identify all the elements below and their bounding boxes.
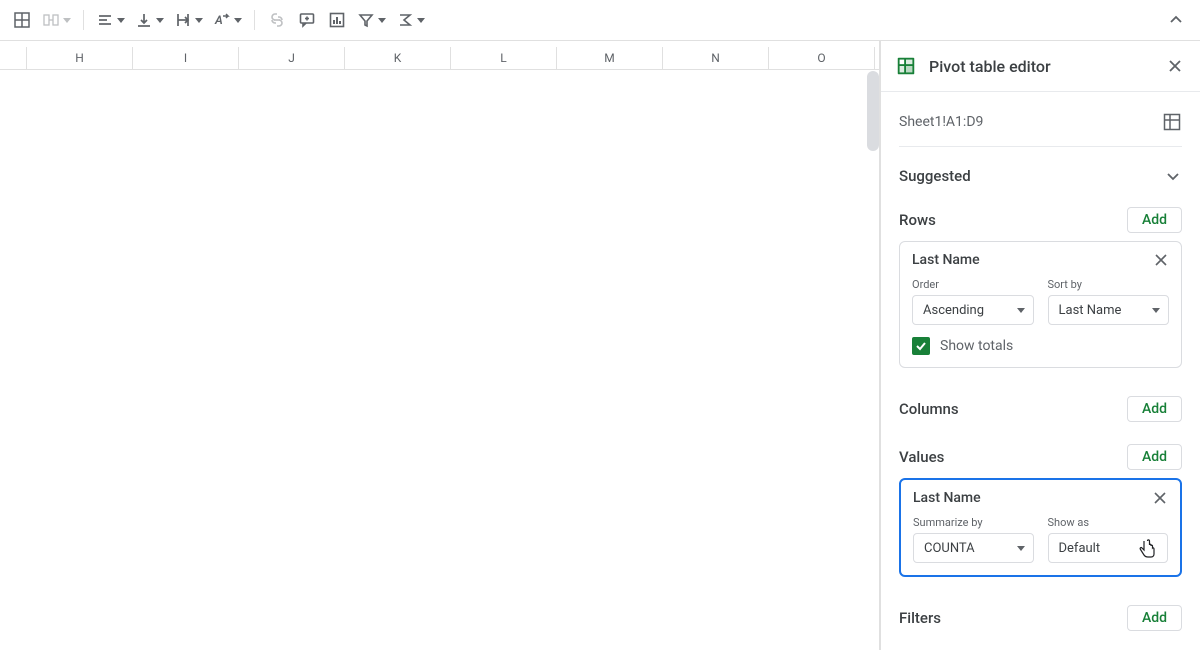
chevron-down-icon: [1152, 308, 1160, 313]
values-label: Values: [899, 448, 944, 466]
insert-chart-button[interactable]: [323, 6, 351, 34]
select-data-range-button[interactable]: [1162, 112, 1182, 132]
panel-header: Pivot table editor: [881, 41, 1200, 92]
vertical-scrollbar[interactable]: [867, 71, 879, 151]
suggested-label: Suggested: [899, 167, 971, 185]
sortby-select[interactable]: Last Name: [1048, 295, 1170, 325]
horizontal-align-button[interactable]: [92, 6, 129, 34]
remove-row-field-button[interactable]: [1153, 252, 1169, 268]
chevron-down-icon: [1017, 308, 1025, 313]
rows-label: Rows: [899, 211, 936, 229]
expand-suggested-button[interactable]: [1164, 167, 1182, 185]
value-card-title: Last Name: [913, 490, 981, 506]
borders-button[interactable]: [8, 6, 36, 34]
chevron-down-icon: [117, 18, 125, 23]
showas-value: Default: [1059, 541, 1101, 556]
spreadsheet-grid[interactable]: H I J K L M N O: [0, 41, 880, 650]
text-wrap-button[interactable]: [170, 6, 207, 34]
functions-button[interactable]: [392, 6, 429, 34]
chevron-down-icon: [63, 18, 71, 23]
remove-value-field-button[interactable]: [1152, 490, 1168, 506]
column-header[interactable]: H: [27, 47, 133, 69]
rows-section-header: Rows Add: [899, 207, 1182, 233]
chevron-down-icon: [1017, 546, 1025, 551]
show-totals-checkbox[interactable]: [912, 337, 930, 355]
order-value: Ascending: [923, 303, 984, 318]
column-header[interactable]: J: [239, 47, 345, 69]
chevron-down-icon: [417, 18, 425, 23]
showas-label: Show as: [1048, 516, 1169, 529]
chevron-down-icon: [234, 18, 242, 23]
pivot-table-icon: [895, 55, 917, 77]
panel-title: Pivot table editor: [929, 57, 1154, 76]
summarize-select[interactable]: COUNTA: [913, 533, 1034, 563]
cursor-pointer-icon: [1137, 538, 1157, 560]
columns-section-header: Columns Add: [899, 396, 1182, 422]
summarize-value: COUNTA: [924, 541, 975, 556]
order-select[interactable]: Ascending: [912, 295, 1034, 325]
columns-label: Columns: [899, 400, 959, 418]
pivot-table-editor-panel: Pivot table editor Sheet1!A1:D9 Suggeste…: [880, 41, 1200, 650]
column-header[interactable]: I: [133, 47, 239, 69]
vertical-align-button[interactable]: [131, 6, 168, 34]
filter-button[interactable]: [353, 6, 390, 34]
row-card-title: Last Name: [912, 252, 980, 268]
column-header[interactable]: M: [557, 47, 663, 69]
toolbar-collapse-button[interactable]: [1162, 6, 1190, 34]
chevron-down-icon: [195, 18, 203, 23]
showas-select[interactable]: Default: [1048, 533, 1169, 563]
separator: [254, 10, 255, 30]
separator: [83, 10, 84, 30]
filters-section-header: Filters Add: [899, 605, 1182, 631]
close-panel-button[interactable]: [1166, 57, 1184, 75]
chevron-down-icon: [378, 18, 386, 23]
show-totals-label: Show totals: [940, 338, 1013, 354]
merge-cells-button[interactable]: [38, 6, 75, 34]
summarize-label: Summarize by: [913, 516, 1034, 529]
column-header[interactable]: O: [769, 47, 875, 69]
chevron-down-icon: [156, 18, 164, 23]
column-header[interactable]: [0, 47, 27, 69]
row-field-card: Last Name Order Ascending: [899, 241, 1182, 368]
data-range-text[interactable]: Sheet1!A1:D9: [899, 114, 1162, 130]
insert-link-button[interactable]: [263, 6, 291, 34]
toolbar: A: [0, 0, 1200, 41]
column-headers: H I J K L M N O: [0, 47, 879, 70]
add-rows-button[interactable]: Add: [1127, 207, 1182, 233]
svg-text:A: A: [214, 13, 223, 27]
sortby-label: Sort by: [1048, 278, 1170, 291]
add-values-button[interactable]: Add: [1127, 444, 1182, 470]
order-label: Order: [912, 278, 1034, 291]
column-header[interactable]: K: [345, 47, 451, 69]
suggested-section[interactable]: Suggested: [899, 167, 1182, 185]
filters-label: Filters: [899, 609, 941, 627]
add-columns-button[interactable]: Add: [1127, 396, 1182, 422]
text-rotation-button[interactable]: A: [209, 6, 246, 34]
value-field-card: Last Name Summarize by COUNTA: [899, 478, 1182, 577]
column-header[interactable]: L: [451, 47, 557, 69]
add-filters-button[interactable]: Add: [1127, 605, 1182, 631]
data-range-row: Sheet1!A1:D9: [899, 102, 1182, 147]
column-header[interactable]: N: [663, 47, 769, 69]
insert-comment-button[interactable]: [293, 6, 321, 34]
values-section-header: Values Add: [899, 444, 1182, 470]
sortby-value: Last Name: [1059, 303, 1122, 318]
